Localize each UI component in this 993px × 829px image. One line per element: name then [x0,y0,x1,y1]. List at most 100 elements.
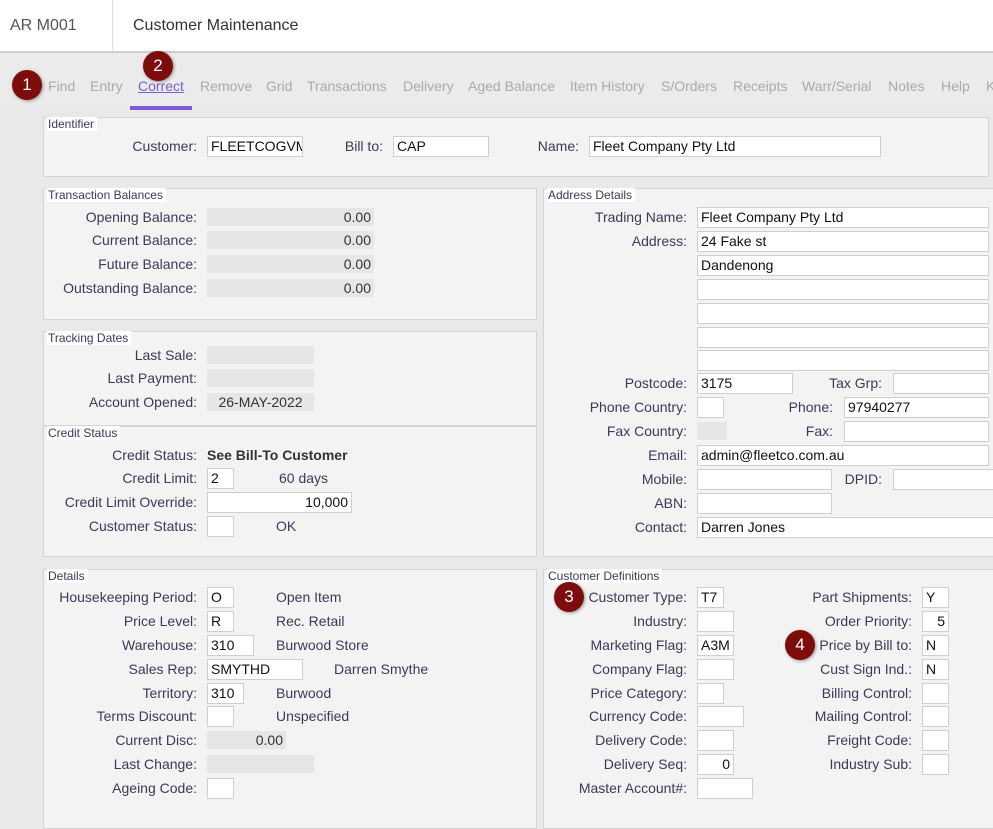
page-title: Customer Maintenance [133,17,299,34]
credit-limit-label: Credit Limit: [122,470,197,486]
opening-balance-label: Opening Balance: [85,209,197,225]
terms-discount-label: Terms Discount: [96,708,197,724]
customer-field[interactable]: FLEETCOGVM [207,136,303,157]
tab-grid[interactable]: Grid [266,78,292,94]
industry-label: Industry: [633,613,687,629]
ageing-code-label: Ageing Code: [112,780,197,796]
mailing-control-field[interactable] [922,706,949,727]
tab-remove[interactable]: Remove [200,78,252,94]
address-line-2[interactable]: Dandenong [697,255,989,276]
tax-group-field[interactable] [893,373,989,394]
last-sale-label: Last Sale: [134,347,197,363]
dpid-label: DPID: [844,471,882,487]
last-change-value [207,755,314,773]
billing-control-field[interactable] [922,683,949,704]
credit-limit-field[interactable]: 2 [207,468,234,489]
price-category-field[interactable] [697,683,724,704]
tab-warr-serial[interactable]: Warr/Serial [802,78,872,94]
terms-discount-desc: Unspecified [276,708,350,724]
terms-discount-field[interactable] [207,706,234,727]
currency-code-label: Currency Code: [588,708,687,724]
abn-field[interactable] [697,493,832,514]
price-by-bill-to-field[interactable]: N [922,635,949,656]
last-payment-label: Last Payment: [107,370,198,386]
dpid-field[interactable] [893,469,993,490]
tab-receipts[interactable]: Receipts [733,78,787,94]
postcode-field[interactable]: 3175 [697,373,793,394]
price-category-label: Price Category: [590,685,687,701]
email-field[interactable]: admin@fleetco.com.au [697,445,989,466]
cust-sign-ind-field[interactable]: N [922,659,949,680]
housekeeping-period-label: Housekeeping Period: [59,589,197,605]
tab-find[interactable]: Find [48,78,75,94]
sales-rep-field[interactable]: SMYTHD [207,659,303,680]
phone-country-field[interactable] [697,397,724,418]
credit-limit-desc: 60 days [279,470,329,486]
housekeeping-period-field[interactable]: O [207,587,234,608]
panel-title: Customer Definitions [547,569,663,583]
company-flag-field[interactable] [697,659,734,680]
master-account-field[interactable] [697,778,753,799]
panel-title: Identifier [47,117,98,131]
contact-label: Contact: [634,519,687,535]
currency-code-field[interactable] [697,706,744,727]
territory-field[interactable]: 310 [207,683,244,704]
master-account-label: Master Account#: [578,780,687,796]
marketing-flag-field[interactable]: A3M [697,635,734,656]
step-badge-1: 1 [12,70,42,100]
sales-rep-desc: Darren Smythe [334,661,429,677]
tab-entry[interactable]: Entry [90,78,123,94]
tax-group-label: Tax Grp: [829,375,882,391]
freight-code-label: Freight Code: [827,732,912,748]
active-tab-indicator [130,106,192,110]
account-opened-label: Account Opened: [88,394,197,410]
industry-field[interactable] [697,611,734,632]
future-balance-label: Future Balance: [98,256,197,272]
price-level-field[interactable]: R [207,611,234,632]
panel-title: Address Details [547,188,636,202]
address-line-4[interactable] [697,303,989,324]
billto-field[interactable]: CAP [393,136,489,157]
customer-type-field[interactable]: T7 [697,587,724,608]
address-line-6[interactable] [697,350,989,371]
credit-status-value: See Bill-To Customer [207,447,348,463]
tab-delivery[interactable]: Delivery [403,78,454,94]
name-field[interactable]: Fleet Company Pty Ltd [589,136,881,157]
program-code: AR M001 [10,17,77,34]
warehouse-field[interactable]: 310 [207,635,254,656]
divider [112,0,113,51]
tab-item-history[interactable]: Item History [570,78,645,94]
phone-field[interactable]: 97940277 [844,397,989,418]
trading-name-field[interactable]: Fleet Company Pty Ltd [697,207,989,228]
credit-limit-override-field[interactable]: 10,000 [207,492,352,513]
freight-code-field[interactable] [922,730,949,751]
warehouse-desc: Burwood Store [276,637,369,653]
industry-sub-field[interactable] [922,754,949,775]
customer-label: Customer: [132,138,197,154]
tab-sorders[interactable]: S/Orders [661,78,717,94]
company-flag-label: Company Flag: [592,661,687,677]
customer-status-label: Customer Status: [88,518,197,534]
tab-k[interactable]: K [986,78,993,94]
customer-status-field[interactable] [207,516,234,537]
tab-aged-balance[interactable]: Aged Balance [468,78,555,94]
part-shipments-field[interactable]: Y [922,587,949,608]
address-line-3[interactable] [697,279,989,300]
order-priority-field[interactable]: 5 [922,611,949,632]
mobile-label: Mobile: [641,471,687,487]
address-line-1[interactable]: 24 Fake st [697,231,989,252]
last-sale-value [207,346,314,364]
email-label: Email: [648,447,687,463]
customer-status-desc: OK [276,518,297,534]
tab-help[interactable]: Help [941,78,970,94]
address-line-5[interactable] [697,327,989,348]
contact-field[interactable]: Darren Jones [697,517,993,538]
panel-title: Details [47,569,88,583]
tab-notes[interactable]: Notes [888,78,925,94]
delivery-seq-field[interactable]: 0 [697,754,734,775]
delivery-code-field[interactable] [697,730,734,751]
fax-field[interactable] [844,421,989,442]
tab-transactions[interactable]: Transactions [307,78,387,94]
ageing-code-field[interactable] [207,778,234,799]
step-badge-3: 3 [554,582,584,612]
